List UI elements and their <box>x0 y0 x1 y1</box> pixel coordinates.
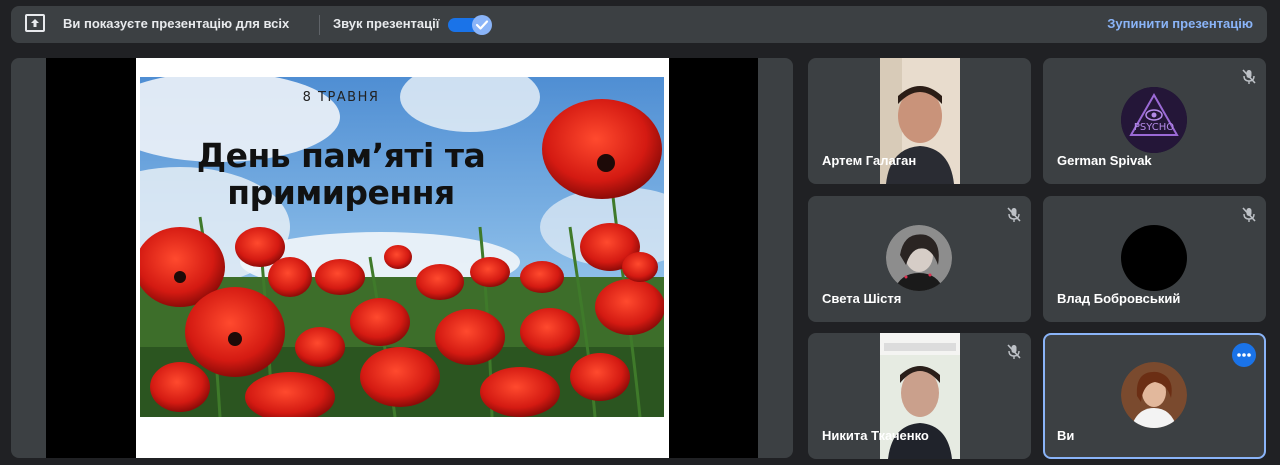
slide-date: 8 ТРАВНЯ <box>302 90 380 105</box>
presentation-stage: 8 ТРАВНЯ День пам’яті та примирення <box>11 58 793 458</box>
presentation-slide: 8 ТРАВНЯ День пам’яті та примирення <box>136 58 669 458</box>
slide-title-line2: примирення <box>227 172 455 212</box>
mic-off-icon <box>1242 69 1256 84</box>
presentation-sound-label: Звук презентації <box>333 16 440 31</box>
mic-off-icon <box>1007 344 1021 359</box>
avatar-logo-text: PSYCHO <box>1134 122 1174 133</box>
participant-tile-nikita[interactable]: Никита Ткаченко <box>808 333 1031 459</box>
presenting-status-text: Ви показуєте презентацію для всіх <box>63 16 290 31</box>
slide-title: День пам’яті та примирення <box>136 136 546 212</box>
slide-title-line1: День пам’яті та <box>196 136 486 175</box>
banner-divider <box>319 15 320 35</box>
participant-avatar <box>886 225 952 291</box>
participant-tile-self[interactable]: Ви <box>1043 333 1266 459</box>
participant-name: German Spivak <box>1057 153 1152 168</box>
participant-avatar <box>1121 225 1187 291</box>
participant-name: Артем Галаган <box>822 153 917 168</box>
participant-avatar: PSYCHO <box>1121 87 1187 153</box>
participant-tile-vlad[interactable]: Влад Бобровський <box>1043 196 1266 322</box>
participant-name: Света Шістя <box>822 291 902 306</box>
presentation-sound-toggle[interactable] <box>448 15 494 35</box>
participant-tile-german[interactable]: PSYCHO German Spivak <box>1043 58 1266 184</box>
more-options-button[interactable] <box>1232 343 1256 367</box>
participant-avatar <box>1121 362 1187 428</box>
participant-name: Ви <box>1057 428 1075 443</box>
participant-name: Никита Ткаченко <box>822 428 929 443</box>
participant-tile-artem[interactable]: Артем Галаган <box>808 58 1031 184</box>
present-screen-icon <box>25 14 45 32</box>
stop-presenting-button[interactable]: Зупинити презентацію <box>1107 16 1253 31</box>
participant-tile-sveta[interactable]: Света Шістя <box>808 196 1031 322</box>
poppy-field-image <box>140 77 664 417</box>
presenting-banner: Ви показуєте презентацію для всіх Звук п… <box>11 6 1267 43</box>
more-dots-icon <box>1237 353 1251 357</box>
mic-off-icon <box>1242 207 1256 222</box>
participant-name: Влад Бобровський <box>1057 291 1181 306</box>
mic-off-icon <box>1007 207 1021 222</box>
